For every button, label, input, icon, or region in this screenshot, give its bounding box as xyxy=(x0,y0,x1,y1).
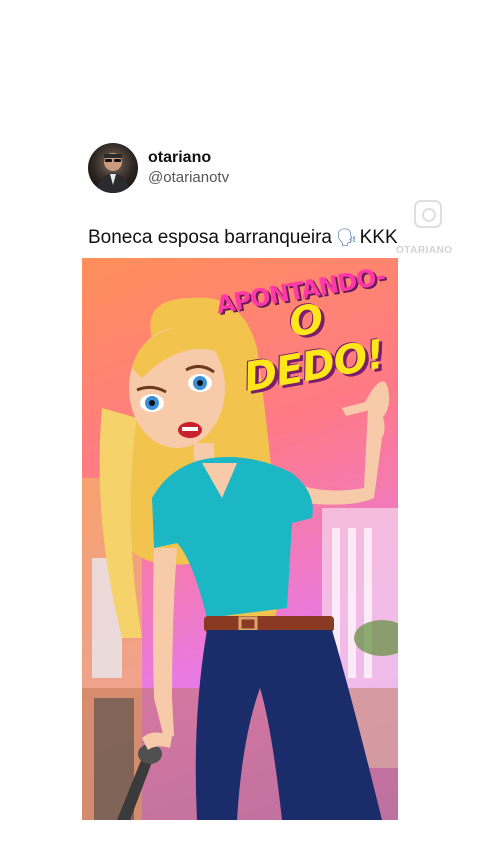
user-handle[interactable]: @otarianotv xyxy=(148,168,229,188)
instagram-icon xyxy=(414,200,442,228)
watermark-text: OTARIANO xyxy=(396,245,453,256)
user-names: otariano @otarianotv xyxy=(148,148,229,188)
speaking-head-icon: 🗣 xyxy=(336,228,358,247)
post-caption: Boneca esposa barranqueira 🗣 KKK xyxy=(88,227,398,249)
post-header: otariano @otarianotv xyxy=(88,142,229,194)
display-name[interactable]: otariano xyxy=(148,148,229,168)
caption-suffix: KKK xyxy=(359,227,398,248)
caption-text: Boneca esposa barranqueira xyxy=(88,227,333,248)
avatar[interactable] xyxy=(88,143,138,193)
post-video[interactable]: APONTANDO- O DEDO! xyxy=(82,258,398,820)
